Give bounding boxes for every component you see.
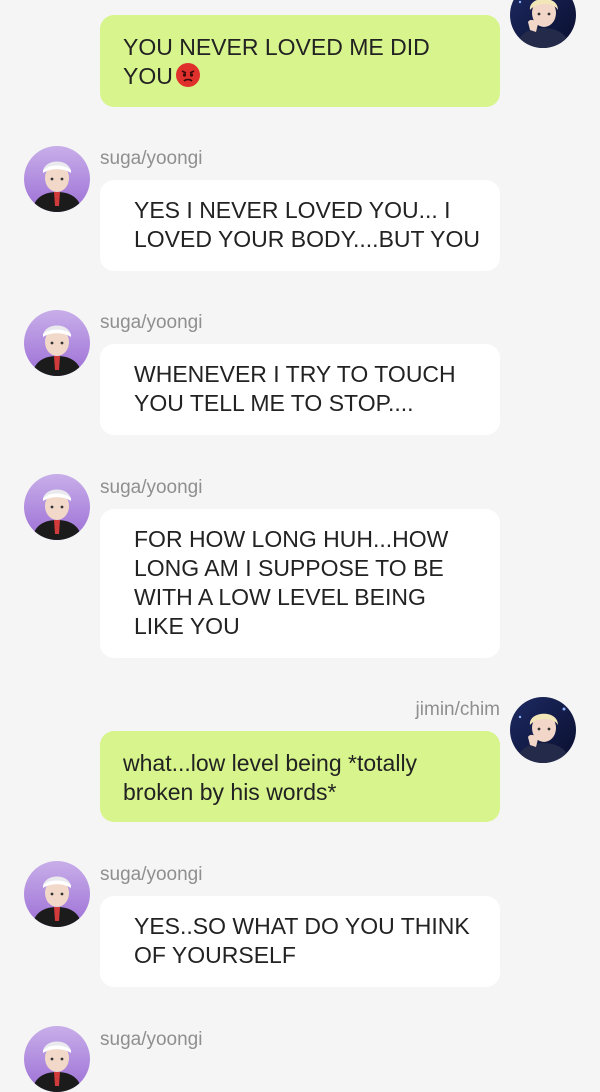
message-bubble[interactable]: YES..SO WHAT DO YOU THINK OF YOURSELF (100, 896, 500, 987)
message-text: what...low level being *totally broken b… (123, 750, 418, 805)
sender-name: suga/yoongi (100, 1029, 203, 1050)
sender-name: suga/yoongi (100, 148, 203, 169)
message-text: FOR HOW LONG HUH...HOW LONG AM I SUPPOSE… (134, 526, 449, 639)
message-bubble[interactable]: WHENEVER I TRY TO TOUCH YOU TELL ME TO S… (100, 344, 500, 435)
message-bubble[interactable]: what...low level being *totally broken b… (100, 731, 500, 822)
suga-avatar[interactable] (24, 310, 90, 376)
message-bubble[interactable]: FOR HOW LONG HUH...HOW LONG AM I SUPPOSE… (100, 509, 500, 658)
message-text: WHENEVER I TRY TO TOUCH YOU TELL ME TO S… (134, 361, 456, 416)
chat-thread[interactable]: YOU NEVER LOVED ME DID YOU suga/yoongi Y… (0, 0, 600, 1052)
message-text: YOU NEVER LOVED ME DID YOU (123, 34, 430, 89)
message-text: YES I NEVER LOVED YOU... I LOVED YOUR BO… (134, 197, 480, 252)
sender-name: suga/yoongi (100, 477, 203, 498)
suga-avatar[interactable] (24, 861, 90, 927)
message-bubble[interactable]: YES I NEVER LOVED YOU... I LOVED YOUR BO… (100, 180, 500, 271)
sender-name: suga/yoongi (100, 864, 203, 885)
suga-avatar[interactable] (24, 146, 90, 212)
jimin-avatar[interactable] (510, 697, 576, 763)
sender-name: jimin/chim (415, 699, 500, 720)
message-text: YES..SO WHAT DO YOU THINK OF YOURSELF (134, 913, 470, 968)
sender-name: suga/yoongi (100, 312, 203, 333)
suga-avatar[interactable] (24, 474, 90, 540)
pouting-face-emoji (175, 62, 201, 88)
suga-avatar[interactable] (24, 1026, 90, 1092)
jimin-avatar[interactable] (510, 0, 576, 48)
message-bubble[interactable]: YOU NEVER LOVED ME DID YOU (100, 15, 500, 107)
